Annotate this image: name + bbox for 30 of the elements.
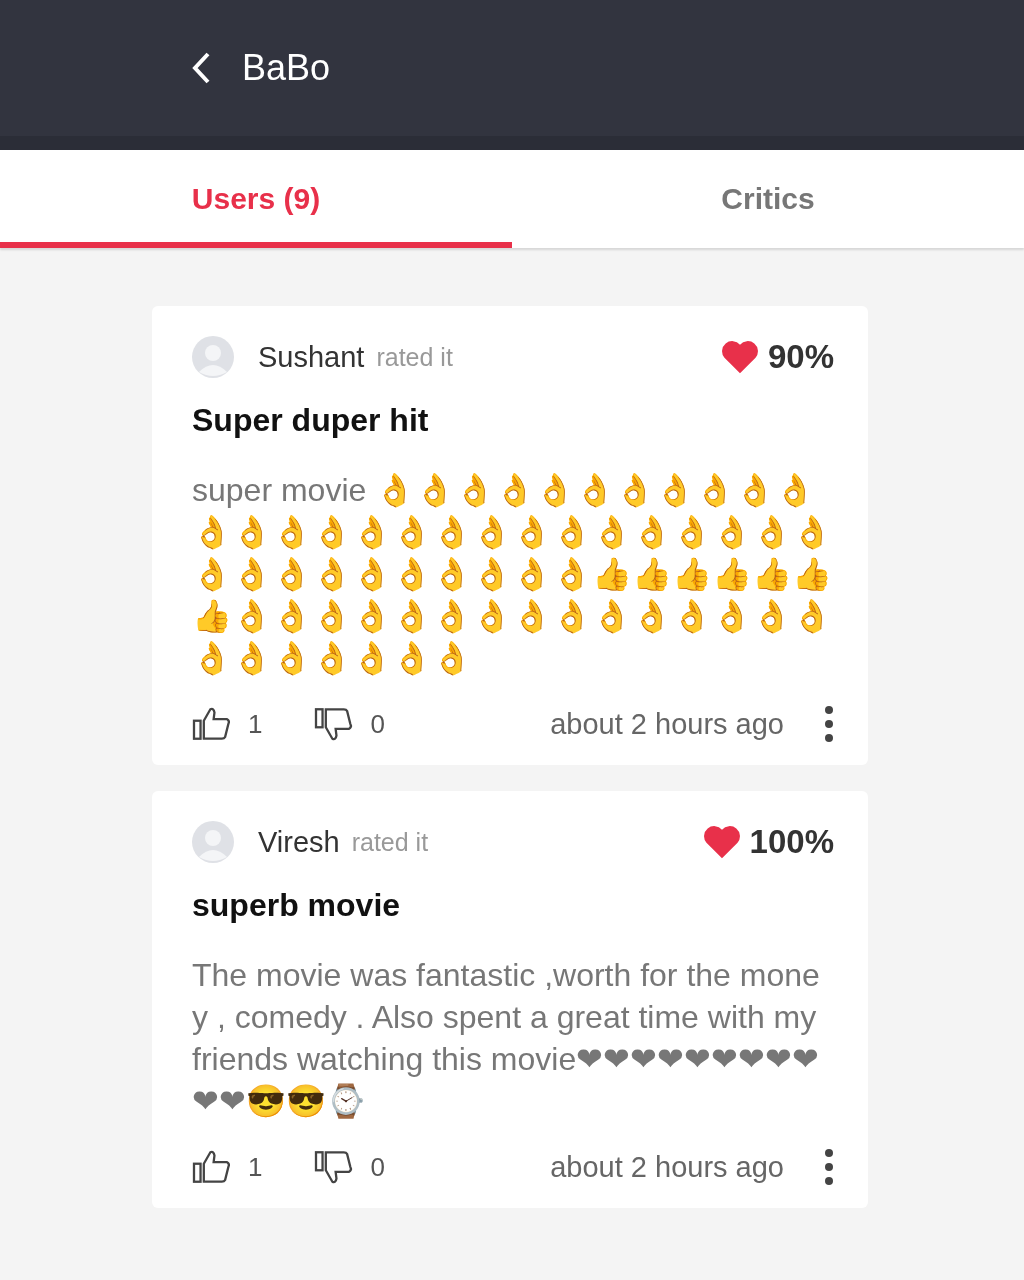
user-name: Sushant	[258, 340, 365, 374]
dislike-count: 0	[370, 1151, 385, 1183]
like-count: 1	[248, 1151, 263, 1183]
review-time: about 2 hours ago	[550, 707, 784, 741]
rated-label: rated it	[376, 342, 453, 372]
review-time: about 2 hours ago	[550, 1150, 784, 1184]
thumbs-up-icon[interactable]	[192, 1149, 232, 1185]
rated-label: rated it	[351, 827, 429, 857]
like-count: 1	[248, 708, 263, 740]
review-title: superb movie	[192, 887, 402, 924]
rating-value: 90%	[767, 338, 834, 376]
tab[interactable]: Users (9)	[0, 150, 512, 248]
avatar-icon	[192, 821, 234, 863]
user-name: Viresh	[258, 825, 340, 859]
thumbs-down-icon[interactable]	[314, 706, 355, 742]
back-icon[interactable]	[190, 51, 212, 85]
review-title: Super duper hit	[192, 402, 430, 439]
thumbs-up-icon[interactable]	[192, 706, 232, 742]
rating-value: 100%	[749, 823, 834, 861]
dislike-count: 0	[370, 708, 385, 740]
more-options-icon[interactable]	[824, 1148, 834, 1186]
more-options-icon[interactable]	[824, 705, 834, 743]
review-text: super movie 👌👌👌👌👌👌👌👌👌👌👌👌👌👌👌👌👌👌👌👌👌👌👌👌👌👌👌👌👌👌👌👌👌👌👌👌👌👍👍👍👍👍👍👍👌👌👌👌👌👌👌👌👌👌👌👌👌👌👌👌👌👌👌👌👌👌	[192, 471, 833, 678]
heart-icon	[701, 824, 742, 860]
tab[interactable]: Critics	[512, 150, 1024, 248]
heart-icon	[719, 339, 760, 375]
thumbs-down-icon[interactable]	[314, 1149, 355, 1185]
screen-title: BaBo	[242, 47, 331, 89]
review-text: The movie was fantastic ,worth for the money , comedy . Also spent a great time with my friends watching this movie❤❤❤❤❤❤❤❤❤❤❤😎😎⌚	[192, 956, 821, 1121]
avatar-icon	[192, 336, 234, 378]
